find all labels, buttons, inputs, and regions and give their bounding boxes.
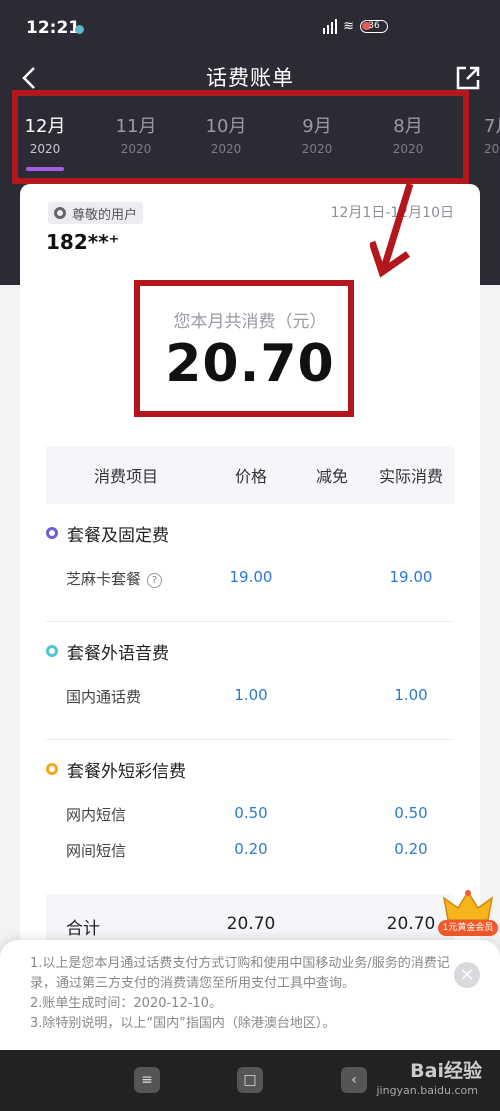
back-nav-icon[interactable]: ‹: [341, 1067, 367, 1093]
purple-dot-icon: [46, 527, 58, 539]
system-nav-bar: ≡ □ ‹ Bai经验 jingyan.baidu.com: [0, 1050, 500, 1111]
sum-price: 20.70: [226, 914, 276, 934]
battery-icon: 36: [360, 19, 388, 33]
notification-dot-icon: [75, 25, 84, 34]
section-sms: 套餐外短彩信费 网内短信 0.50 0.50 网间短信 0.20 0.20: [46, 740, 454, 890]
status-bar: 12:21 ≋ 36: [0, 0, 500, 56]
tab-year: 20: [484, 142, 500, 156]
row-actual: 0.50: [394, 804, 428, 822]
wifi-icon: ≋: [343, 18, 354, 34]
help-icon[interactable]: ?: [147, 573, 163, 588]
menu-icon[interactable]: ≡: [134, 1067, 160, 1093]
promo-label: 1元黄金会员: [438, 920, 498, 936]
phone-number: 182**⁺: [46, 230, 120, 254]
row-price: 19.00: [229, 568, 273, 586]
user-tag: 尊敬的用户: [48, 202, 144, 224]
status-time: 12:21: [26, 18, 81, 38]
annotation-arrow-icon: [370, 182, 414, 278]
note-1: 1.以上是您本月通过话费支付方式订购和使用中国移动业务/服务的消费记录，通过第三…: [30, 956, 450, 991]
section-title: 套餐及固定费: [46, 504, 454, 562]
section-title-text: 套餐外短彩信费: [67, 761, 186, 782]
notes-panel: 1.以上是您本月通过话费支付方式订购和使用中国移动业务/服务的消费记录，通过第三…: [0, 940, 500, 1050]
header-discount: 减免: [316, 467, 349, 486]
section-title-text: 套餐外语音费: [67, 643, 169, 664]
crown-icon: [442, 890, 494, 921]
section-title: 套餐外语音费: [46, 622, 454, 680]
annotation-box-total: [134, 280, 354, 417]
signal-icon: [323, 18, 338, 34]
row-price: 0.50: [234, 804, 268, 822]
battery-level: 36: [368, 20, 380, 31]
row-actual: 1.00: [394, 686, 428, 704]
annotation-box-tabs: [12, 90, 469, 184]
row-item: 网间短信: [66, 842, 127, 860]
table-row: 网内短信 0.50 0.50: [46, 798, 454, 834]
orange-dot-icon: [46, 763, 58, 775]
user-ring-icon: [54, 207, 66, 219]
page-title: 话费账单: [206, 66, 294, 90]
cyan-dot-icon: [46, 645, 58, 657]
watermark-logo: Bai经验: [410, 1060, 482, 1082]
row-price: 0.20: [234, 840, 268, 858]
header-price: 价格: [235, 467, 268, 486]
header-item: 消费项目: [94, 467, 159, 486]
table-row: 芝麻卡套餐? 19.00 19.00: [46, 562, 454, 598]
table-header: 消费项目 价格 减免 实际消费: [46, 446, 454, 504]
row-actual: 0.20: [394, 840, 428, 858]
home-icon[interactable]: □: [237, 1067, 263, 1093]
note-3: 3.除特别说明，以上“国内”指国内（除港澳台地区）。: [30, 1016, 336, 1031]
section-voice: 套餐外语音费 国内通话费 1.00 1.00: [46, 622, 454, 740]
user-tag-label: 尊敬的用户: [72, 207, 138, 223]
tab-month: 7月: [484, 116, 500, 137]
note-2: 2.账单生成时间：2020-12-10。: [30, 996, 222, 1011]
status-icons: ≋ 36: [323, 18, 388, 34]
watermark-url: jingyan.baidu.com: [376, 1084, 478, 1097]
row-item: 国内通话费: [66, 688, 142, 706]
row-item: 网内短信: [66, 806, 127, 824]
row-item: 芝麻卡套餐?: [66, 568, 163, 589]
sum-label: 合计: [66, 919, 100, 939]
close-icon[interactable]: ×: [454, 962, 480, 988]
row-item-text: 芝麻卡套餐: [66, 570, 142, 588]
bill-table: 消费项目 价格 减免 实际消费 套餐及固定费 芝麻卡套餐? 19.00 19.0…: [46, 446, 454, 890]
promo-badge[interactable]: 1元黄金会员: [438, 890, 498, 940]
row-price: 1.00: [234, 686, 268, 704]
row-actual: 19.00: [389, 568, 433, 586]
table-row: 网间短信 0.20 0.20: [46, 834, 454, 870]
section-title-text: 套餐及固定费: [67, 525, 169, 546]
header-actual: 实际消费: [379, 467, 444, 486]
tab-2020-7[interactable]: 7月 20: [466, 112, 500, 156]
section-package: 套餐及固定费 芝麻卡套餐? 19.00 19.00: [46, 504, 454, 622]
share-icon[interactable]: [454, 64, 482, 92]
section-title: 套餐外短彩信费: [46, 740, 454, 798]
table-row: 国内通话费 1.00 1.00: [46, 680, 454, 716]
